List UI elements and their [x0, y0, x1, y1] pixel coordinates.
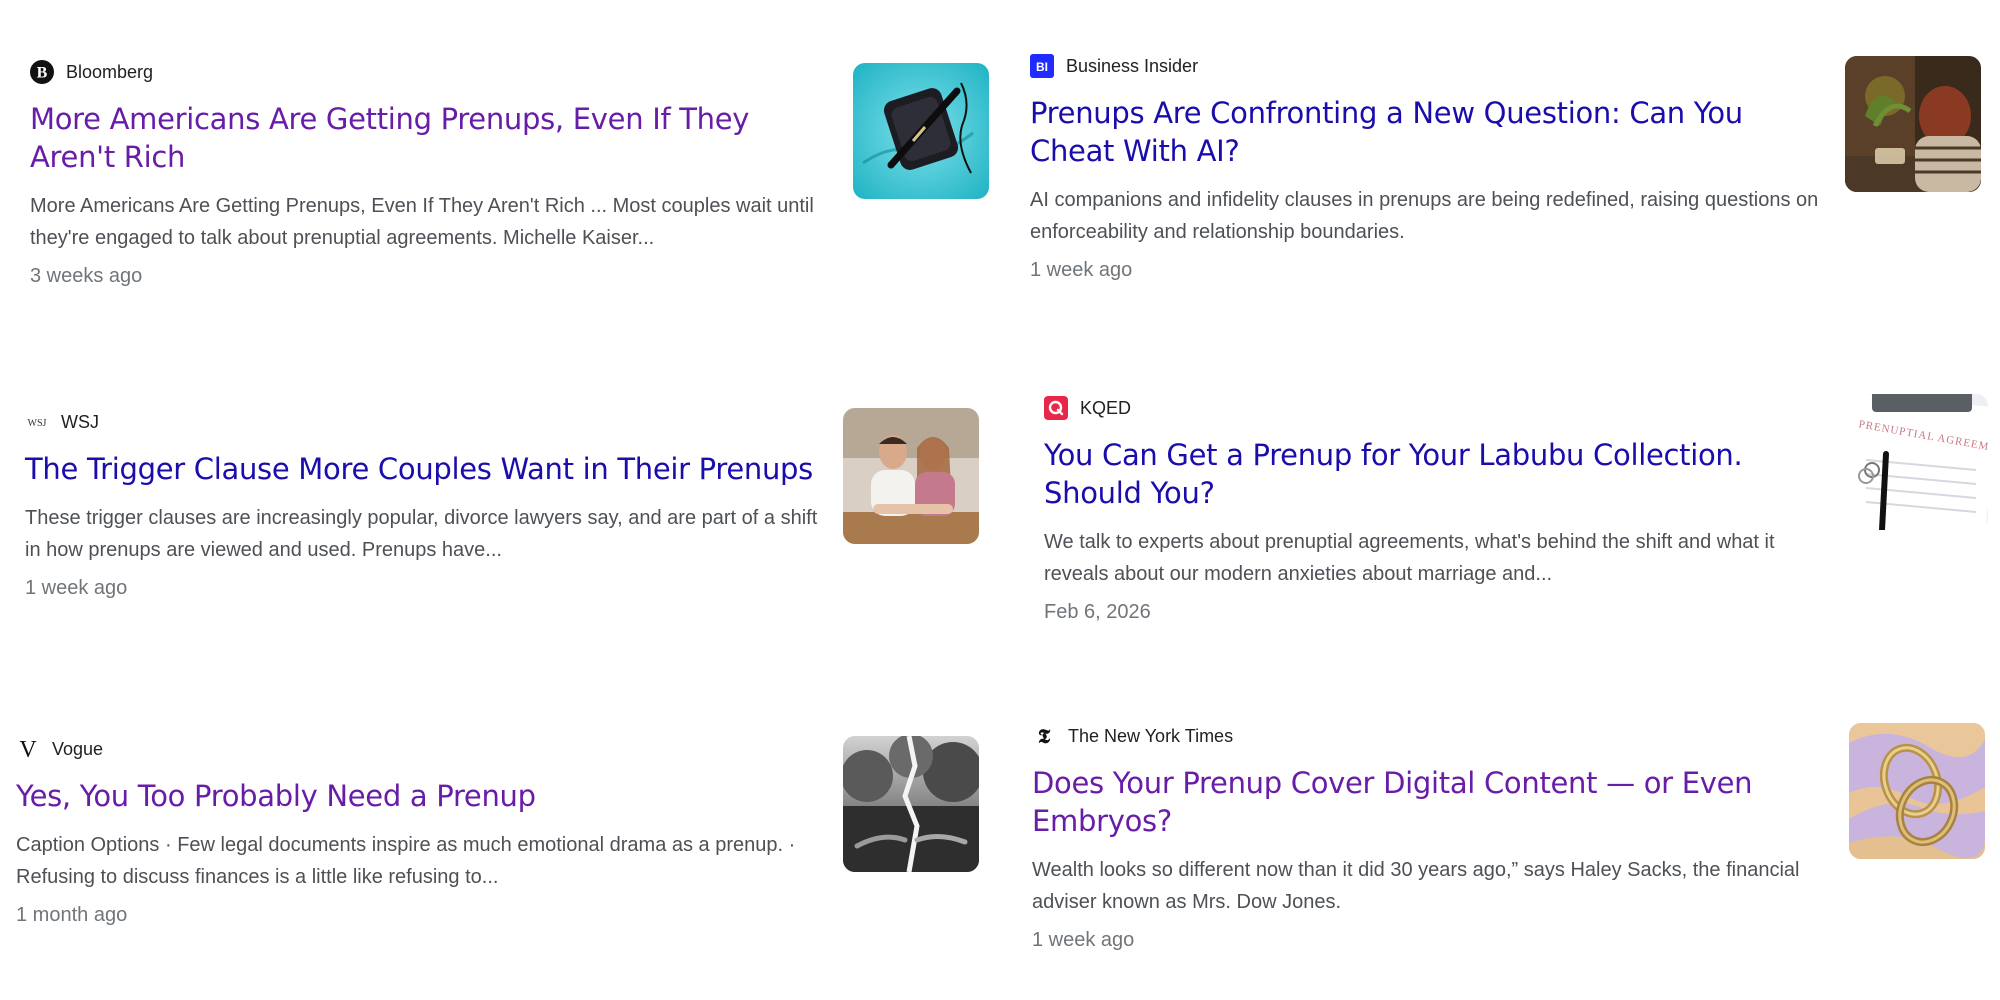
- vogue-logo-icon: V: [16, 737, 40, 761]
- headline-link[interactable]: The Trigger Clause More Couples Want in …: [25, 450, 825, 488]
- source-name: Business Insider: [1066, 55, 1199, 76]
- source-line: KQED: [1044, 394, 1824, 422]
- source-line: V Vogue: [16, 735, 826, 763]
- source-name: KQED: [1080, 397, 1132, 418]
- headline-link[interactable]: More Americans Are Getting Prenups, Even…: [30, 100, 830, 176]
- source-line: B Bloomberg: [30, 58, 830, 86]
- prenuptial-document-thumbnail[interactable]: PRENUPTIAL AGREEMENT: [1852, 394, 1988, 530]
- headline-link[interactable]: You Can Get a Prenup for Your Labubu Col…: [1044, 436, 1824, 512]
- timestamp: 1 week ago: [25, 577, 128, 599]
- nyt-logo-glyph: 𝕿: [1038, 724, 1051, 748]
- pen-on-teal-thumbnail[interactable]: [853, 63, 989, 199]
- svg-text:V: V: [19, 737, 37, 761]
- timestamp: Feb 6, 2026: [1044, 601, 1151, 623]
- news-card-kqed[interactable]: KQED You Can Get a Prenup for Your Labub…: [1044, 394, 1994, 634]
- timestamp: 1 week ago: [1030, 259, 1133, 281]
- headline-link[interactable]: Does Your Prenup Cover Digital Content —…: [1032, 764, 1824, 840]
- source-line: BI Business Insider: [1030, 52, 1820, 80]
- snippet: We talk to experts about prenuptial agre…: [1044, 531, 1775, 585]
- business-insider-logo-icon: BI: [1030, 54, 1054, 78]
- bloomberg-logo-icon: B: [30, 60, 54, 84]
- news-card-wsj[interactable]: WSJ WSJ The Trigger Clause More Couples …: [25, 408, 985, 648]
- snippet: More Americans Are Getting Prenups, Even…: [30, 195, 814, 249]
- news-card-vogue[interactable]: V Vogue Yes, You Too Probably Need a Pre…: [16, 735, 986, 975]
- news-card-business-insider[interactable]: BI Business Insider Prenups Are Confront…: [1030, 52, 1990, 292]
- svg-text:WSJ: WSJ: [28, 418, 47, 429]
- timestamp: 3 weeks ago: [30, 265, 143, 287]
- source-name: The New York Times: [1068, 725, 1234, 746]
- hands-tree-bw-thumbnail[interactable]: [843, 736, 979, 872]
- couple-portrait-thumbnail[interactable]: [843, 408, 979, 544]
- kqed-logo-icon: [1044, 396, 1068, 420]
- headline-link[interactable]: Prenups Are Confronting a New Question: …: [1030, 94, 1820, 170]
- timestamp: 1 month ago: [16, 904, 128, 926]
- news-card-nyt[interactable]: 𝕿 The New York Times Does Your Prenup Co…: [1032, 722, 1992, 962]
- wsj-logo-icon: WSJ: [25, 410, 49, 434]
- svg-text:BI: BI: [1036, 60, 1048, 74]
- snippet: Caption Options · Few legal documents in…: [16, 834, 796, 888]
- source-line: 𝕿 The New York Times: [1032, 722, 1824, 750]
- news-card-bloomberg[interactable]: B Bloomberg More Americans Are Getting P…: [30, 58, 990, 298]
- source-name: Vogue: [52, 738, 104, 759]
- headline-link[interactable]: Yes, You Too Probably Need a Prenup: [16, 777, 826, 815]
- svg-text:B: B: [37, 65, 48, 82]
- snippet: Wealth looks so different now than it di…: [1032, 859, 1800, 913]
- woman-at-desk-thumbnail[interactable]: [1845, 56, 1981, 192]
- nyt-logo-icon: 𝕿: [1032, 724, 1056, 748]
- snippet: These trigger clauses are increasingly p…: [25, 507, 818, 561]
- source-name: Bloomberg: [66, 61, 154, 82]
- timestamp: 1 week ago: [1032, 929, 1135, 951]
- rings-thumbnail[interactable]: [1849, 723, 1985, 859]
- source-name: WSJ: [61, 411, 99, 432]
- snippet: AI companions and infidelity clauses in …: [1030, 189, 1819, 243]
- source-line: WSJ WSJ: [25, 408, 825, 436]
